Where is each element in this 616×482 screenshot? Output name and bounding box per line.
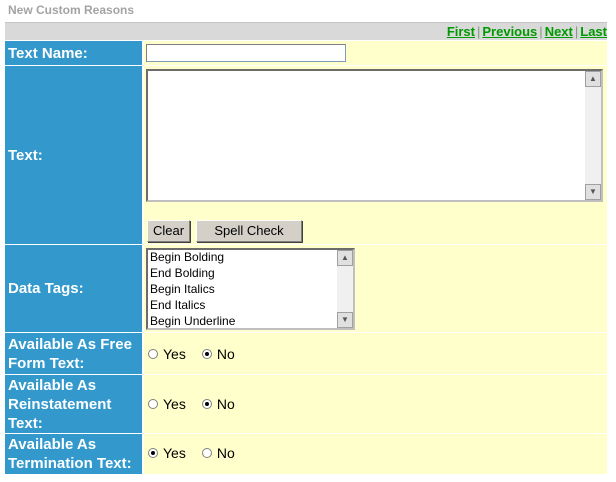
- reinstatement-no-radio[interactable]: [201, 399, 212, 409]
- free-form-label: Available As Free Form Text:: [5, 333, 142, 374]
- termination-label: Available As Termination Text:: [5, 434, 142, 474]
- next-link[interactable]: Next: [545, 24, 573, 39]
- data-tags-listbox[interactable]: Begin Bolding End Bolding Begin Italics …: [146, 248, 355, 330]
- scroll-up-icon[interactable]: ▲: [337, 250, 353, 266]
- reinstatement-radio-group: Yes No: [148, 396, 251, 412]
- free-form-no-radio[interactable]: [201, 349, 212, 359]
- spell-check-button[interactable]: Spell Check: [196, 220, 302, 242]
- nav-separator: |: [539, 24, 543, 39]
- list-item[interactable]: Begin Bolding: [148, 250, 353, 266]
- scroll-up-icon[interactable]: ▲: [585, 71, 601, 87]
- list-item[interactable]: Begin Underline: [148, 314, 353, 328]
- reinstatement-cell: Yes No: [144, 375, 607, 433]
- clear-button[interactable]: Clear: [147, 220, 190, 242]
- termination-radio-group: Yes No: [148, 445, 251, 461]
- free-form-radio-group: Yes No: [148, 346, 251, 362]
- scroll-down-icon[interactable]: ▼: [337, 312, 353, 328]
- listbox-scrollbar[interactable]: ▲ ▼: [337, 250, 353, 328]
- text-name-cell: [144, 41, 607, 65]
- list-item[interactable]: End Bolding: [148, 266, 353, 282]
- text-textarea[interactable]: ▲ ▼: [146, 69, 603, 202]
- list-item[interactable]: Begin Italics: [148, 282, 353, 298]
- text-name-label: Text Name:: [5, 41, 142, 65]
- text-cell: ▲ ▼ Clear Spell Check: [144, 66, 607, 244]
- list-item[interactable]: End Italics: [148, 298, 353, 314]
- first-link[interactable]: First: [447, 24, 475, 39]
- data-tags-label: Data Tags:: [5, 245, 142, 332]
- previous-link[interactable]: Previous: [482, 24, 537, 39]
- text-label: Text:: [5, 66, 142, 244]
- free-form-yes-radio[interactable]: [148, 349, 158, 359]
- reinstatement-yes-radio[interactable]: [148, 399, 158, 409]
- textarea-scrollbar[interactable]: ▲ ▼: [585, 71, 601, 200]
- termination-yes-radio[interactable]: [148, 448, 158, 458]
- pagination-bar: First | Previous | Next | Last: [5, 22, 607, 40]
- page-title: New Custom Reasons: [8, 3, 135, 17]
- termination-cell: Yes No: [144, 434, 607, 474]
- termination-no-radio[interactable]: [201, 448, 212, 458]
- text-name-input[interactable]: [146, 44, 346, 62]
- reinstatement-label: Available As Reinstatement Text:: [5, 375, 142, 433]
- data-tags-cell: Begin Bolding End Bolding Begin Italics …: [144, 245, 607, 332]
- scroll-down-icon[interactable]: ▼: [585, 184, 601, 200]
- last-link[interactable]: Last: [580, 24, 607, 39]
- free-form-cell: Yes No: [144, 333, 607, 374]
